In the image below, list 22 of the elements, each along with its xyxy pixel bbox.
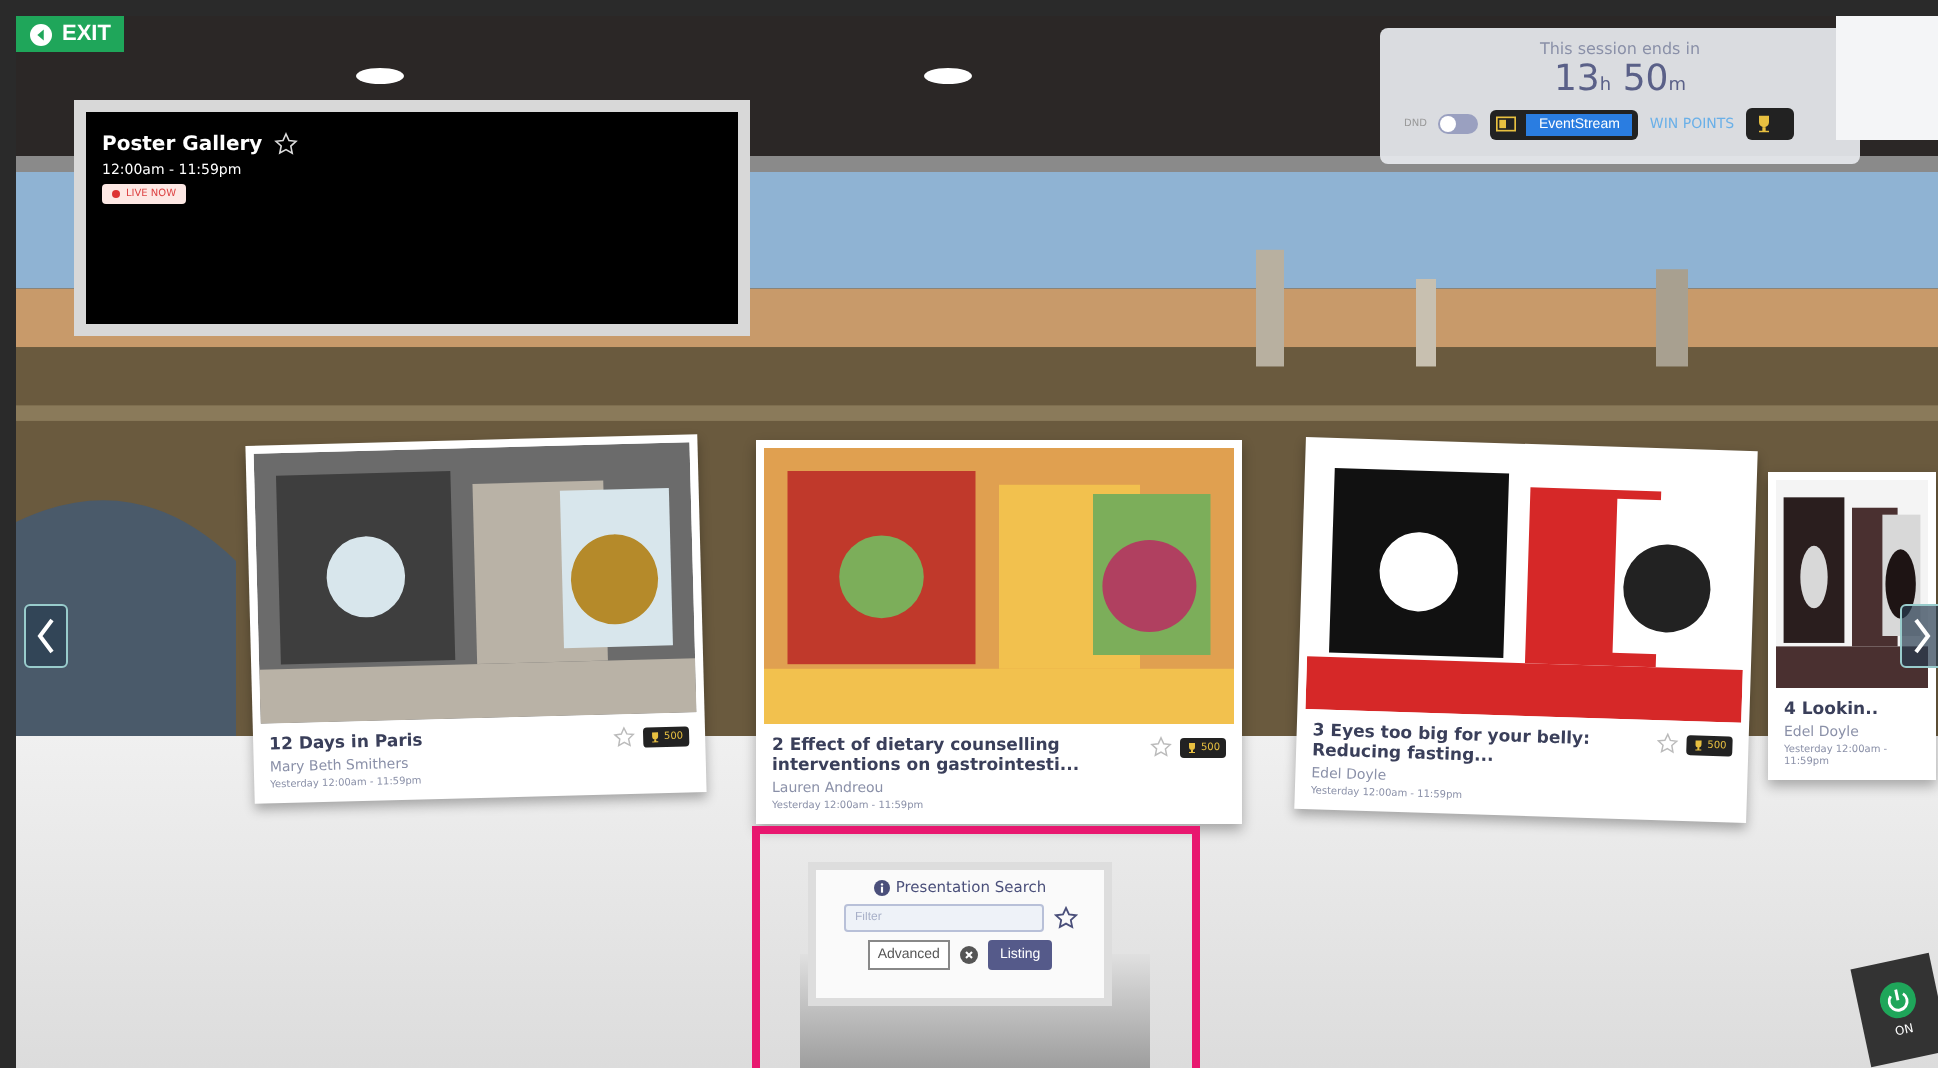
trophy-icon xyxy=(1754,114,1775,134)
previous-button[interactable] xyxy=(24,604,68,668)
poster-title: 2 Effect of dietary counselling interventions on gastrointesti... xyxy=(772,736,1082,776)
next-button[interactable] xyxy=(1900,604,1938,668)
star-icon[interactable] xyxy=(1053,906,1077,930)
star-icon[interactable] xyxy=(613,725,637,749)
info-icon xyxy=(873,879,890,895)
star-icon[interactable] xyxy=(1150,736,1173,758)
chevron-right-icon xyxy=(1912,616,1932,656)
back-icon xyxy=(30,23,52,45)
session-caption: This session ends in xyxy=(1539,40,1701,58)
poster-title: 3 Eyes too big for your belly: Reducing fasting... xyxy=(1311,721,1593,768)
chevron-left-icon xyxy=(36,616,56,656)
screen-icon xyxy=(1496,116,1517,132)
poster-title: 4 Lookin.. xyxy=(1784,700,1881,720)
star-icon[interactable] xyxy=(1657,732,1680,755)
poster-title: 12 Days in Paris xyxy=(269,731,423,756)
screen-title: Poster Gallery xyxy=(102,133,263,155)
side-panel xyxy=(1836,16,1938,140)
clear-icon[interactable] xyxy=(959,946,978,964)
countdown: 13 h 50 m xyxy=(1553,58,1687,104)
dnd-toggle[interactable] xyxy=(1438,114,1479,134)
